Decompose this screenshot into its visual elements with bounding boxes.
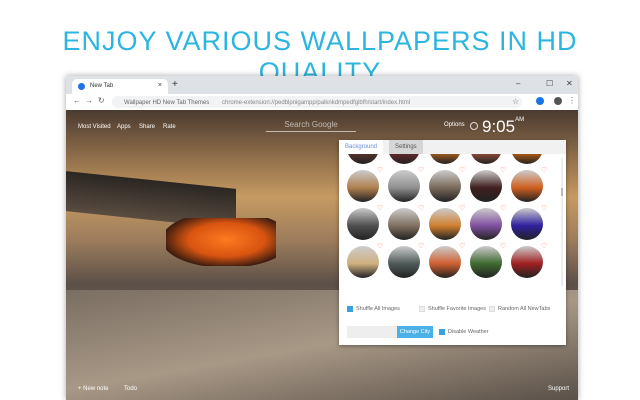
scrollbar[interactable] bbox=[561, 158, 563, 286]
favorite-heart-icon[interactable]: ♡ bbox=[377, 166, 383, 174]
wallpaper-thumbnail[interactable] bbox=[470, 246, 502, 278]
car-image bbox=[166, 218, 276, 266]
clock-icon bbox=[470, 122, 478, 130]
clock: 9:05AM bbox=[482, 117, 524, 137]
maximize-button[interactable]: ☐ bbox=[546, 79, 553, 88]
tab-settings[interactable]: Settings bbox=[389, 140, 423, 154]
favorite-heart-icon[interactable]: ♡ bbox=[500, 242, 506, 250]
address-bar: ← → ↻ Wallpaper HD New Tab Themes chrome… bbox=[66, 94, 578, 110]
wallpaper-grid: ♡ ♡ ♡ ♡ ♡ ♡ ♡ ♡ ♡ ♡ ♡ ♡ ♡ ♡ ♡ bbox=[339, 154, 559, 294]
wallpaper-thumbnail[interactable] bbox=[511, 246, 543, 278]
wallpaper-thumbnail[interactable] bbox=[429, 246, 461, 278]
new-tab-page: Most Visited Apps Share Rate Search Goog… bbox=[66, 110, 578, 400]
options-panel: Background Settings ♡ ♡ ♡ ♡ ♡ ♡ ♡ ♡ ♡ ♡ ♡ ♡ ♡ ♡ ♡ Shuff… bbox=[339, 140, 566, 345]
nav-most-visited[interactable]: Most Visited bbox=[78, 124, 111, 130]
option-label: Shuffle All Images bbox=[356, 306, 400, 312]
favorite-heart-icon[interactable]: ♡ bbox=[377, 242, 383, 250]
wallpaper-thumbnail[interactable] bbox=[388, 154, 420, 164]
option-label: Disable Weather bbox=[448, 329, 489, 335]
menu-icon[interactable]: ⋮ bbox=[568, 96, 576, 105]
todo-button[interactable]: Todo bbox=[124, 386, 137, 392]
browser-window: New Tab × + – ☐ ✕ ← → ↻ Wallpaper HD New … bbox=[66, 76, 578, 400]
wallpaper-thumbnail[interactable] bbox=[347, 208, 379, 240]
clock-time: 9:05 bbox=[482, 117, 516, 136]
tab-title: New Tab bbox=[90, 83, 114, 89]
checkbox[interactable] bbox=[347, 306, 353, 312]
back-icon[interactable]: ← bbox=[73, 96, 81, 105]
checkbox[interactable] bbox=[489, 306, 495, 312]
clock-ampm: AM bbox=[515, 117, 525, 123]
shuffle-all-option[interactable]: Shuffle All Images bbox=[347, 306, 400, 312]
forward-icon[interactable]: → bbox=[85, 96, 93, 105]
option-label: Random All NewTabs bbox=[498, 306, 551, 312]
favorite-heart-icon[interactable]: ♡ bbox=[459, 204, 465, 212]
minimize-button[interactable]: – bbox=[516, 79, 520, 88]
tab-close-icon[interactable]: × bbox=[158, 82, 162, 89]
disable-weather-option[interactable]: Disable Weather bbox=[439, 329, 489, 335]
option-label: Shuffle Favorite Images bbox=[428, 306, 486, 312]
url-text: chrome-extension://pedblpnigampp/palknkd… bbox=[222, 100, 411, 106]
tab-background[interactable]: Background bbox=[339, 140, 384, 154]
omnibox[interactable]: Wallpaper HD New Tab Themes chrome-exten… bbox=[112, 96, 522, 108]
nav-share[interactable]: Share bbox=[139, 124, 155, 130]
favorite-heart-icon[interactable]: ♡ bbox=[500, 204, 506, 212]
wallpaper-thumbnail[interactable] bbox=[429, 154, 461, 164]
change-city-button[interactable]: Change City bbox=[397, 326, 433, 338]
favorite-heart-icon[interactable]: ♡ bbox=[418, 204, 424, 212]
new-note-button[interactable]: + New note bbox=[78, 386, 109, 392]
new-tab-button[interactable]: + bbox=[172, 79, 178, 90]
nav-rate[interactable]: Rate bbox=[163, 124, 176, 130]
favorite-heart-icon[interactable]: ♡ bbox=[541, 204, 547, 212]
wallpaper-thumbnail[interactable] bbox=[388, 246, 420, 278]
favorite-heart-icon[interactable]: ♡ bbox=[377, 204, 383, 212]
support-link[interactable]: Support bbox=[548, 386, 569, 392]
wallpaper-thumbnail[interactable] bbox=[388, 208, 420, 240]
checkbox[interactable] bbox=[439, 329, 445, 335]
favorite-heart-icon[interactable]: ♡ bbox=[418, 166, 424, 174]
wallpaper-thumbnail[interactable] bbox=[470, 208, 502, 240]
nav-apps[interactable]: Apps bbox=[117, 124, 131, 130]
wallpaper-thumbnail[interactable] bbox=[429, 208, 461, 240]
favorite-heart-icon[interactable]: ♡ bbox=[541, 242, 547, 250]
wallpaper-thumbnail[interactable] bbox=[470, 170, 502, 202]
wallpaper-thumbnail[interactable] bbox=[470, 154, 502, 164]
wallpaper-thumbnail[interactable] bbox=[511, 208, 543, 240]
wallpaper-thumbnail[interactable] bbox=[347, 246, 379, 278]
favorite-heart-icon[interactable]: ♡ bbox=[500, 166, 506, 174]
page-name: Wallpaper HD New Tab Themes bbox=[124, 100, 210, 106]
chrome-icon bbox=[78, 83, 85, 90]
shuffle-favorite-option[interactable]: Shuffle Favorite Images bbox=[419, 306, 486, 312]
wallpaper-thumbnail[interactable] bbox=[347, 170, 379, 202]
search-input[interactable]: Search Google bbox=[266, 120, 356, 132]
star-icon[interactable]: ☆ bbox=[512, 97, 519, 106]
options-button[interactable]: Options bbox=[444, 122, 465, 128]
close-window-button[interactable]: ✕ bbox=[566, 79, 573, 88]
favorite-heart-icon[interactable]: ♡ bbox=[541, 166, 547, 174]
checkbox[interactable] bbox=[419, 306, 425, 312]
avatar[interactable] bbox=[554, 97, 562, 105]
wallpaper-thumbnail[interactable] bbox=[429, 170, 461, 202]
favorite-heart-icon[interactable]: ♡ bbox=[459, 166, 465, 174]
random-newtabs-option[interactable]: Random All NewTabs bbox=[489, 306, 550, 312]
wallpaper-thumbnail[interactable] bbox=[511, 154, 543, 164]
favorite-heart-icon[interactable]: ♡ bbox=[459, 242, 465, 250]
wallpaper-thumbnail[interactable] bbox=[388, 170, 420, 202]
reload-icon[interactable]: ↻ bbox=[98, 96, 105, 105]
favorite-heart-icon[interactable]: ♡ bbox=[418, 242, 424, 250]
wallpaper-thumbnail[interactable] bbox=[511, 170, 543, 202]
tab-bar: New Tab × + – ☐ ✕ bbox=[66, 76, 578, 94]
tab-new-tab[interactable]: New Tab × bbox=[72, 79, 168, 94]
wallpaper-thumbnail[interactable] bbox=[347, 154, 379, 164]
city-input[interactable] bbox=[347, 326, 397, 338]
extension-icon[interactable] bbox=[536, 97, 544, 105]
